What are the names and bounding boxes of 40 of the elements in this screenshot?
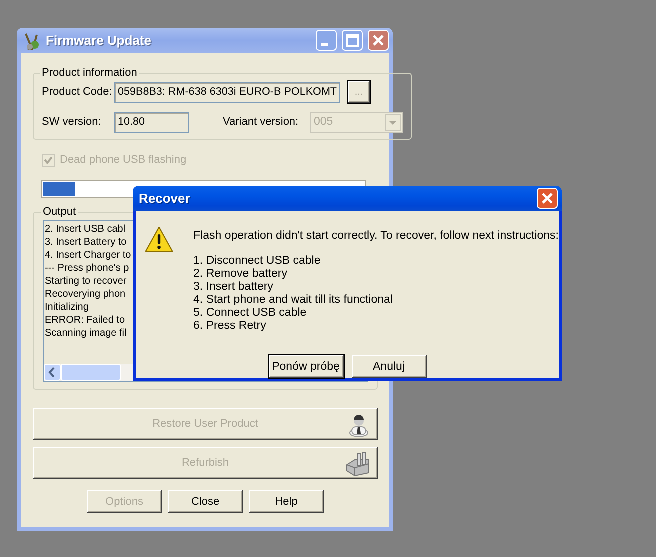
- checkbox-label: Dead phone USB flashing: [60, 154, 187, 166]
- log-line: 4. Insert Charger to: [45, 249, 132, 262]
- field-label: Variant version:: [223, 116, 300, 128]
- tools-icon: [23, 32, 41, 50]
- log-line: Initializing: [45, 301, 89, 314]
- dialog-button[interactable]: Help: [249, 490, 324, 513]
- instruction-step: 2. Remove battery: [194, 268, 559, 281]
- log-line: 2. Insert USB cabl: [45, 223, 126, 236]
- field-label: Product Code:: [42, 86, 114, 98]
- dialog-message: Flash operation didn't start correctly. To recover, follow next instructions:: [194, 230, 559, 242]
- machine-icon: [345, 451, 371, 477]
- retry-button[interactable]: Ponów próbę: [268, 355, 344, 378]
- instruction-step: 1. Disconnect USB cable: [194, 255, 559, 268]
- scrollbar-thumb[interactable]: [61, 364, 121, 381]
- product-code-field[interactable]: 059B8B3: RM-638 6303i EURO-B POLKOMT: [114, 82, 340, 102]
- instruction-step: 5. Connect USB cable: [194, 307, 559, 320]
- close-button[interactable]: [368, 30, 389, 51]
- window-title: Recover: [139, 191, 192, 206]
- instruction-step: 3. Insert battery: [194, 281, 559, 294]
- warning-icon: [145, 224, 174, 254]
- minimize-button[interactable]: [316, 30, 337, 51]
- log-line: Starting to recover: [45, 275, 127, 288]
- instruction-step: 6. Press Retry: [194, 320, 559, 333]
- log-line: --- Press phone's p: [45, 262, 130, 275]
- cancel-button[interactable]: Anuluj: [352, 355, 426, 378]
- log-line: ERROR: Failed to: [45, 314, 126, 327]
- window-title: Firmware Update: [46, 33, 152, 48]
- instruction-step: 4. Start phone and wait till its functional: [194, 294, 559, 307]
- maximize-button[interactable]: [342, 30, 363, 51]
- group-title: Output: [42, 206, 78, 218]
- scroll-left-icon[interactable]: [44, 364, 61, 381]
- field-label: SW version:: [42, 116, 102, 128]
- dialog-button[interactable]: Close: [168, 490, 243, 513]
- sw-version-field[interactable]: 10.80: [114, 112, 189, 132]
- log-line: 3. Insert Battery to: [45, 236, 127, 249]
- log-line: Recoverying phon: [45, 288, 126, 301]
- close-button[interactable]: [537, 188, 558, 209]
- person-icon: [347, 412, 371, 438]
- group-title: Product information: [41, 67, 138, 79]
- log-line: Scanning image fil: [45, 327, 127, 340]
